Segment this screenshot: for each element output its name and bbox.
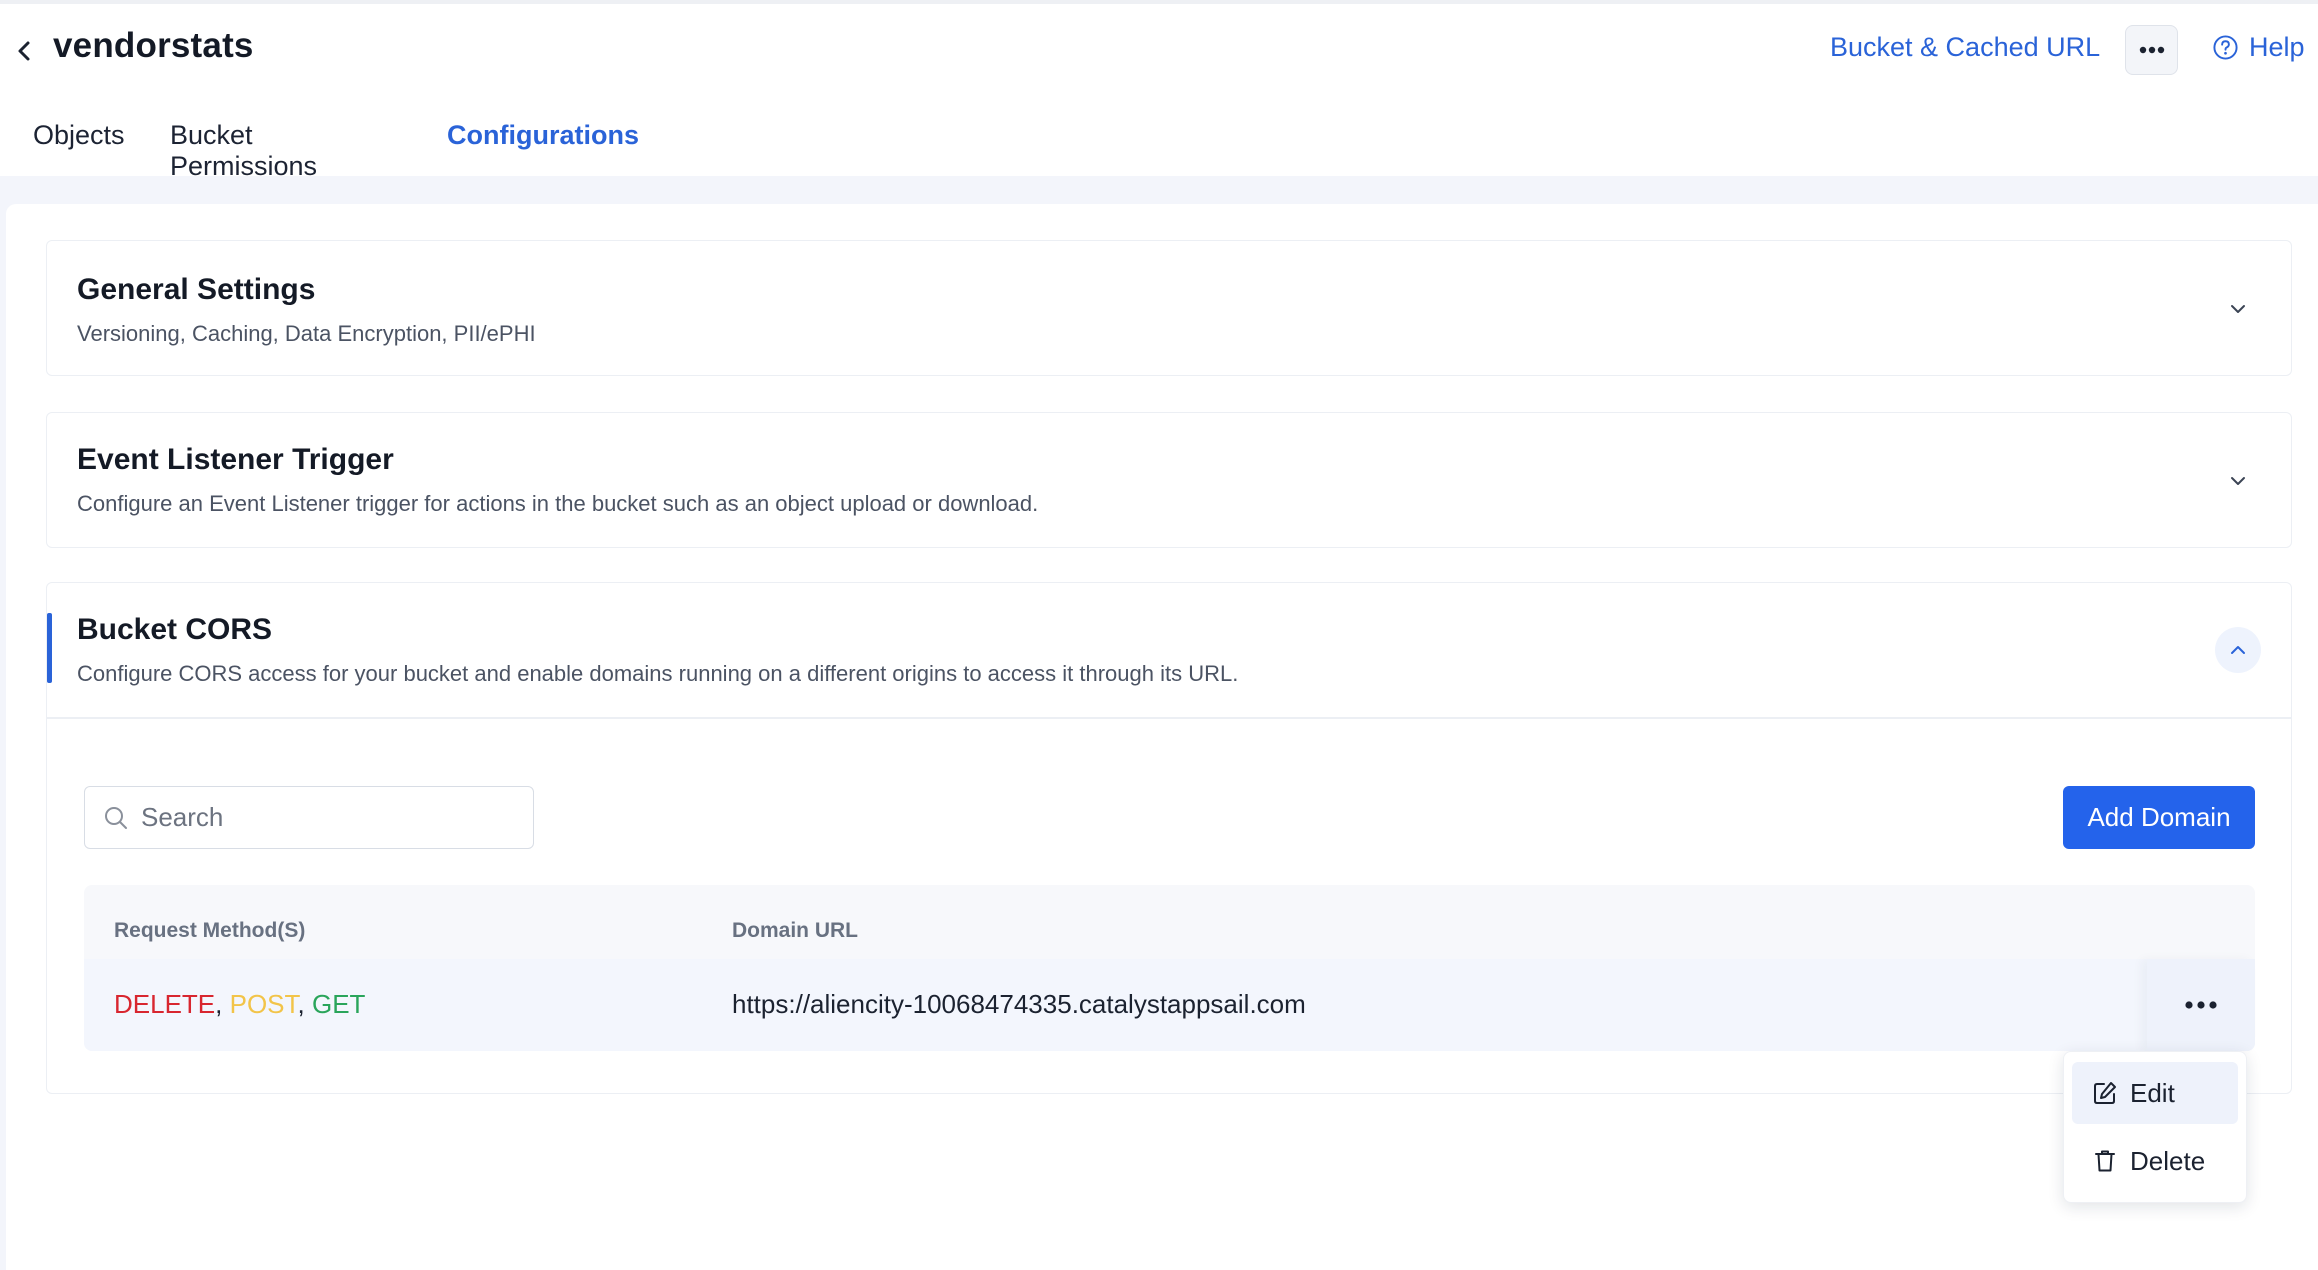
expand-toggle[interactable] <box>2215 286 2261 332</box>
section-title: General Settings <box>77 273 316 306</box>
cors-table: Request Method(S) Domain URL DELETE, POS… <box>84 885 2255 1051</box>
column-header-methods: Request Method(S) <box>114 919 306 942</box>
method-delete: DELETE <box>114 989 216 1019</box>
question-circle-icon <box>2213 35 2238 60</box>
domain-url-cell: https://aliencity-10068474335.catalystap… <box>732 989 1306 1019</box>
bucket-cached-url-link[interactable]: Bucket & Cached URL <box>1830 32 2100 63</box>
chevron-left-icon <box>18 41 30 61</box>
add-domain-button[interactable]: Add Domain <box>2063 786 2255 849</box>
trash-icon <box>2095 1150 2115 1172</box>
request-methods-cell: DELETE, POST, GET <box>114 989 366 1019</box>
edit-icon <box>2094 1082 2116 1104</box>
more-options-button[interactable] <box>2125 25 2178 75</box>
column-header-domain-url: Domain URL <box>732 919 858 942</box>
collapse-toggle[interactable] <box>2215 627 2261 673</box>
ellipsis-icon <box>2185 1001 2217 1009</box>
menu-item-edit[interactable]: Edit <box>2072 1062 2238 1124</box>
menu-item-delete[interactable]: Delete <box>2072 1130 2238 1192</box>
page-title: vendorstats <box>53 26 254 65</box>
active-section-indicator <box>47 613 52 683</box>
ellipsis-icon <box>2139 46 2164 54</box>
method-post: POST <box>229 989 298 1019</box>
search-box <box>84 786 534 849</box>
section-description: Versioning, Caching, Data Encryption, PI… <box>77 321 536 346</box>
help-link[interactable]: Help <box>2212 32 2305 63</box>
general-settings-section[interactable]: General Settings Versioning, Caching, Da… <box>46 240 2292 376</box>
chevron-down-icon <box>2231 305 2245 313</box>
method-get: GET <box>311 989 366 1019</box>
search-icon <box>105 807 127 829</box>
page-header: vendorstats Bucket & Cached URL Help Obj… <box>0 4 2318 181</box>
help-label: Help <box>2249 32 2305 62</box>
configurations-panel: General Settings Versioning, Caching, Da… <box>6 204 2318 1270</box>
tab-bucket-permissions[interactable]: Bucket Permissions <box>170 112 317 181</box>
section-title: Bucket CORS <box>77 613 273 646</box>
search-input[interactable] <box>141 787 521 847</box>
event-listener-section[interactable]: Event Listener Trigger Configure an Even… <box>46 412 2292 548</box>
row-actions-button[interactable] <box>2147 959 2255 1051</box>
expand-toggle[interactable] <box>2215 458 2261 504</box>
section-description: Configure an Event Listener trigger for … <box>77 491 1039 516</box>
section-title: Event Listener Trigger <box>77 443 394 476</box>
tab-objects[interactable]: Objects <box>33 112 125 180</box>
table-row: DELETE, POST, GET https://aliencity-1006… <box>84 959 2255 1051</box>
bucket-cors-section: Bucket CORS Configure CORS access for yo… <box>46 582 2292 1094</box>
chevron-down-icon <box>2231 477 2245 485</box>
back-button[interactable] <box>14 34 36 68</box>
divider <box>47 717 2291 719</box>
chevron-up-icon <box>2231 646 2245 654</box>
row-actions-menu: Edit Delete <box>2063 1051 2247 1203</box>
tab-configurations[interactable]: Configurations <box>429 112 657 180</box>
section-description: Configure CORS access for your bucket an… <box>77 661 1239 686</box>
